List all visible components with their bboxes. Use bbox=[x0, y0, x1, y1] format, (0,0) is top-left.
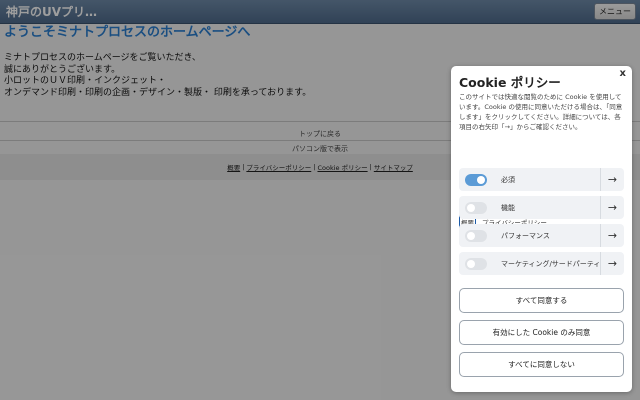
accept-all-button[interactable]: すべて同意する bbox=[459, 288, 624, 313]
arrow-right-icon[interactable]: → bbox=[600, 252, 624, 275]
category-label: 必須 bbox=[501, 175, 515, 184]
cookie-policy-panel: Cookie ポリシー x このサイトでは快適な閲覧のために Cookie を使… bbox=[451, 66, 632, 392]
cookie-category-marketing: マーケティング/サードパーティ → bbox=[459, 252, 624, 275]
toggle-knob bbox=[467, 259, 475, 268]
cookie-category-functional: 機能 → bbox=[459, 196, 624, 219]
accept-selected-button[interactable]: 有効にした Cookie のみ同意 bbox=[459, 320, 624, 345]
category-label: 機能 bbox=[501, 203, 515, 212]
category-label: マーケティング/サードパーティ bbox=[501, 259, 600, 268]
toggle-required[interactable] bbox=[465, 173, 487, 186]
cookie-description: このサイトでは快適な閲覧のために Cookie を使用しています。Cookie … bbox=[459, 93, 623, 131]
toggle-functional[interactable] bbox=[465, 201, 487, 214]
toggle-knob bbox=[467, 203, 475, 212]
toggle-knob bbox=[467, 231, 475, 240]
close-icon[interactable]: x bbox=[620, 69, 626, 79]
toggle-knob bbox=[477, 175, 485, 184]
arrow-right-icon[interactable]: → bbox=[600, 224, 624, 247]
toggle-marketing[interactable] bbox=[465, 257, 487, 270]
arrow-right-icon[interactable]: → bbox=[600, 196, 624, 219]
cookie-panel-title: Cookie ポリシー bbox=[459, 75, 561, 90]
reject-all-button[interactable]: すべてに同意しない bbox=[459, 352, 624, 377]
arrow-right-icon[interactable]: → bbox=[600, 168, 624, 191]
toggle-performance[interactable] bbox=[465, 229, 487, 242]
cookie-category-required: 必須 → bbox=[459, 168, 624, 191]
cookie-category-performance: パフォーマンス → bbox=[459, 224, 624, 247]
category-label: パフォーマンス bbox=[501, 231, 550, 240]
